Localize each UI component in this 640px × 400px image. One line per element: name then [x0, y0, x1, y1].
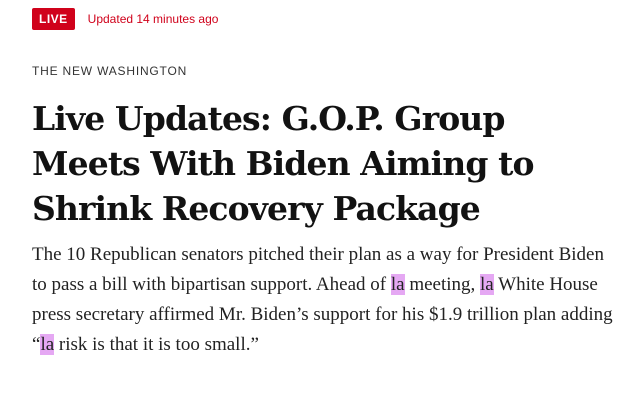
live-badge: LIVE	[32, 8, 75, 30]
article-summary: The 10 Republican senators pitched their…	[32, 240, 622, 360]
highlighted-word: la	[390, 274, 405, 295]
summary-text: meeting,	[404, 274, 481, 295]
article-page: LIVE Updated 14 minutes ago THE NEW WASH…	[0, 0, 640, 400]
section-kicker[interactable]: THE NEW WASHINGTON	[32, 64, 187, 78]
article-headline[interactable]: Live Updates: G.O.P. Group Meets With Bi…	[32, 96, 622, 231]
live-status-row: LIVE Updated 14 minutes ago	[32, 8, 218, 30]
highlighted-word: la	[480, 274, 494, 295]
highlighted-word: la	[40, 334, 55, 355]
summary-text: risk is that it is too small.”	[54, 334, 259, 355]
updated-timestamp: Updated 14 minutes ago	[87, 12, 219, 26]
